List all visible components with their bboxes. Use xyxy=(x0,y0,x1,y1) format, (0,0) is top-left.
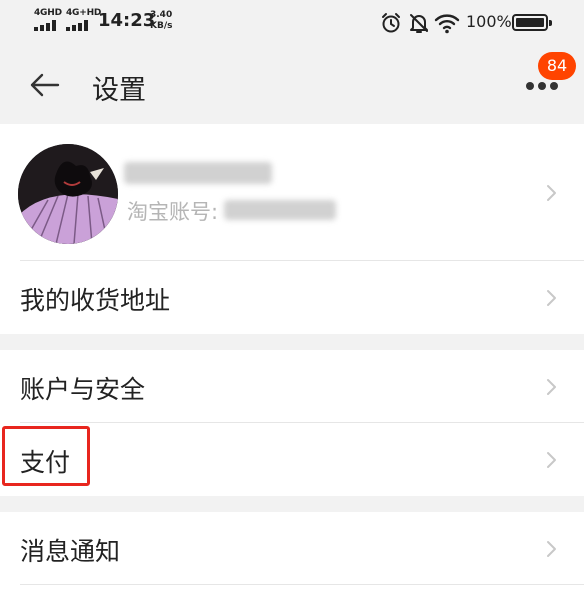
notification-section: 消息通知 xyxy=(0,512,584,600)
chevron-right-icon xyxy=(547,541,556,557)
payment-row[interactable]: 支付 xyxy=(0,423,584,496)
mute-bell-icon xyxy=(410,14,428,33)
page-title: 设置 xyxy=(92,75,146,106)
notifications-row[interactable]: 消息通知 xyxy=(0,512,584,584)
signal-bars-icon xyxy=(34,20,62,31)
network-speed: 3.40 KB/s xyxy=(150,10,172,32)
address-label: 我的收货地址 xyxy=(20,286,171,315)
wifi-icon xyxy=(434,14,460,34)
signal-bars-icon xyxy=(66,20,94,31)
profile-section: 淘宝账号: 我的收货地址 xyxy=(0,124,584,334)
battery-icon xyxy=(512,14,552,31)
message-count-badge: 84 xyxy=(538,52,576,80)
chevron-right-icon xyxy=(547,452,556,468)
taobao-account-label: 淘宝账号: xyxy=(127,200,219,224)
avatar-illustration xyxy=(18,144,118,244)
address-row[interactable]: 我的收货地址 xyxy=(0,261,584,334)
nickname-redacted xyxy=(124,162,272,184)
speed-value: 3.40 xyxy=(150,10,173,20)
signal-2: 4G+HD xyxy=(66,8,101,32)
dot-icon xyxy=(550,82,558,90)
network-type-1: 4GHD xyxy=(34,8,62,18)
account-section: 账户与安全 支付 xyxy=(0,350,584,496)
notifications-label: 消息通知 xyxy=(20,537,121,566)
speed-unit: KB/s xyxy=(150,21,173,31)
account-id-redacted xyxy=(224,200,336,220)
clock: 14:23 xyxy=(98,10,156,31)
network-type-2: 4G+HD xyxy=(66,8,102,18)
chevron-right-icon xyxy=(547,185,556,201)
account-security-row[interactable]: 账户与安全 xyxy=(0,350,584,422)
dot-icon xyxy=(526,82,534,90)
avatar[interactable] xyxy=(18,144,118,244)
battery-percentage: 100% xyxy=(466,12,512,31)
alarm-icon xyxy=(382,13,400,33)
top-navigation-bar: 设置 84 xyxy=(0,44,584,124)
back-arrow-icon[interactable] xyxy=(28,72,60,98)
status-bar: 4GHD 4G+HD 14:23 3.40 KB/s 100% xyxy=(0,0,584,44)
account-security-label: 账户与安全 xyxy=(20,375,146,404)
divider xyxy=(20,584,584,585)
chevron-right-icon xyxy=(547,290,556,306)
chevron-right-icon xyxy=(547,379,556,395)
profile-row[interactable]: 淘宝账号: xyxy=(0,124,584,260)
payment-label: 支付 xyxy=(20,448,71,477)
dot-icon xyxy=(538,82,546,90)
signal-1: 4GHD xyxy=(34,8,64,32)
